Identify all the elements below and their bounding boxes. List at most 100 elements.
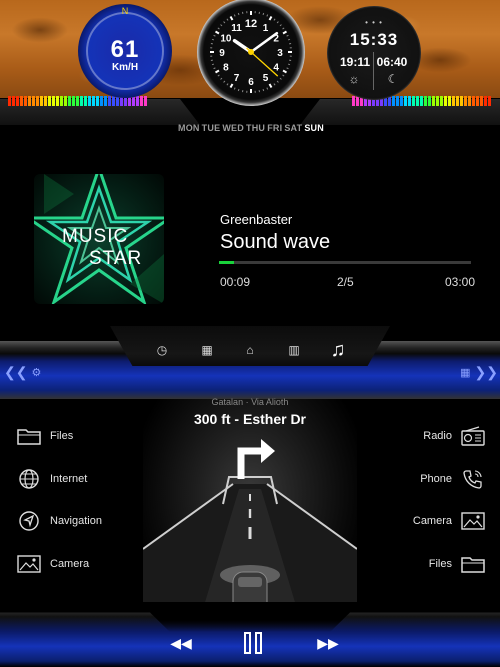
shortcut-internet[interactable]: Internet bbox=[16, 465, 87, 493]
equalizer-bar bbox=[24, 96, 27, 106]
clock-tick bbox=[273, 83, 276, 86]
clock-tick bbox=[268, 15, 273, 21]
speed-value: 61 bbox=[110, 36, 140, 63]
clock-tick bbox=[226, 83, 229, 86]
equalizer-bar bbox=[400, 96, 403, 106]
clock-tick bbox=[237, 88, 240, 92]
artist-name: Greenbaster bbox=[220, 212, 293, 227]
equalizer-bar bbox=[60, 96, 63, 106]
road-graphic bbox=[143, 439, 357, 609]
clock-numeral: 12 bbox=[245, 18, 257, 30]
shortcut-label: Radio bbox=[423, 430, 452, 442]
shortcut-files-right[interactable]: Files bbox=[429, 550, 486, 578]
clock-tick bbox=[217, 74, 220, 77]
double-chevron-left-icon[interactable]: ❮❮ bbox=[4, 364, 27, 381]
apps-grid-icon[interactable]: ▦ bbox=[195, 340, 219, 360]
weekday-fri: FRI bbox=[267, 123, 283, 133]
speed-unit: Km/H bbox=[111, 62, 139, 73]
equalizer-bar bbox=[424, 96, 427, 106]
clock-tick bbox=[229, 83, 234, 89]
clock-tick bbox=[233, 87, 236, 90]
clock-numeral: 4 bbox=[273, 63, 279, 74]
equalizer-bar bbox=[68, 96, 71, 106]
shortcut-label: Navigation bbox=[50, 515, 102, 527]
band-left-controls[interactable]: ❮❮ ⚙ bbox=[4, 359, 48, 385]
equalizer-bar bbox=[20, 96, 23, 106]
clock-tick bbox=[217, 27, 220, 30]
next-track-button[interactable]: ▶▶ bbox=[313, 630, 343, 656]
settings-gear-icon[interactable]: ⚙ bbox=[31, 366, 41, 379]
shortcut-files-left[interactable]: Files bbox=[16, 422, 73, 450]
clock-numeral: 1 bbox=[263, 23, 269, 34]
radio-icon bbox=[460, 425, 486, 447]
analog-clock[interactable]: 1 2 3 4 5 6 7 8 9 10 11 12 bbox=[197, 0, 305, 106]
equalizer-bar bbox=[44, 96, 47, 106]
clock-tick bbox=[282, 74, 285, 77]
shortcut-camera-left[interactable]: Camera bbox=[16, 550, 89, 578]
clock-tick bbox=[287, 38, 291, 41]
weekday-sun: SUN bbox=[304, 123, 324, 133]
pause-button[interactable] bbox=[238, 630, 268, 656]
equalizer-bar bbox=[100, 96, 103, 106]
equalizer-bar bbox=[28, 96, 31, 106]
shortcut-radio[interactable]: Radio bbox=[423, 422, 486, 450]
clock-tick bbox=[273, 18, 276, 21]
clock-tick bbox=[262, 88, 265, 92]
band-right-controls[interactable]: ▦ ❯❯ bbox=[454, 359, 498, 385]
image-icon bbox=[460, 510, 486, 532]
clock-tick bbox=[233, 14, 236, 17]
clock-numeral: 5 bbox=[263, 73, 269, 84]
equalizer-bar bbox=[136, 96, 139, 106]
sunset-time: 06:40 bbox=[376, 55, 408, 69]
shortcut-label: Camera bbox=[50, 558, 90, 570]
clock-numeral: 6 bbox=[248, 77, 254, 88]
clock-tick bbox=[262, 12, 265, 16]
clock-tick bbox=[282, 27, 285, 30]
map-icon[interactable]: ▥ bbox=[282, 340, 306, 360]
equalizer-bar bbox=[12, 96, 15, 106]
music-note-icon[interactable]: ♫ bbox=[326, 339, 350, 361]
weekday-thu: THU bbox=[246, 123, 266, 133]
clock-tick bbox=[286, 67, 289, 70]
sunrise-time: 19:11 bbox=[339, 55, 371, 69]
pause-icon bbox=[244, 632, 262, 654]
clock-tick bbox=[213, 67, 216, 70]
weekday-mon: MON bbox=[178, 123, 200, 133]
shortcut-label: Internet bbox=[50, 473, 88, 485]
clock-tick bbox=[286, 34, 289, 37]
equalizer-bar bbox=[84, 96, 87, 106]
shortcut-phone[interactable]: Phone bbox=[420, 465, 486, 493]
clock-tick bbox=[223, 80, 226, 83]
home-icon[interactable]: ⌂ bbox=[238, 340, 262, 360]
equalizer-bar bbox=[16, 96, 19, 106]
folder-icon bbox=[460, 553, 486, 575]
double-chevron-right-icon[interactable]: ❯❯ bbox=[475, 364, 498, 381]
equalizer-bar bbox=[448, 96, 451, 106]
grid-icon[interactable]: ▦ bbox=[460, 366, 470, 379]
previous-track-button[interactable]: ◀◀ bbox=[166, 630, 196, 656]
album-art[interactable]: MUSIC STAR bbox=[34, 174, 164, 304]
phone-icon bbox=[460, 468, 486, 490]
equalizer-bar bbox=[464, 96, 467, 106]
equalizer-bar bbox=[76, 96, 79, 106]
clock-center-cap bbox=[248, 49, 254, 55]
track-position: 2/5 bbox=[337, 275, 354, 289]
gauge-icon[interactable]: ◷ bbox=[150, 340, 174, 360]
shortcut-label: Files bbox=[50, 430, 74, 442]
clock-tick bbox=[276, 80, 279, 83]
digital-time: 15:33 bbox=[349, 30, 399, 49]
moon-icon: ☾ bbox=[387, 72, 399, 86]
clock-tick bbox=[211, 63, 215, 66]
navigation-map-view[interactable] bbox=[143, 399, 357, 609]
progress-bar[interactable] bbox=[219, 261, 471, 264]
equalizer-bar bbox=[112, 96, 115, 106]
folder-icon bbox=[16, 425, 42, 447]
clock-numeral: 8 bbox=[223, 63, 229, 74]
equalizer-bar bbox=[140, 96, 143, 106]
equalizer-bar bbox=[456, 96, 459, 106]
clock-tick bbox=[237, 12, 240, 16]
shortcut-navigation[interactable]: Navigation bbox=[16, 507, 102, 535]
progress-bar-fill bbox=[219, 261, 235, 264]
clock-tick bbox=[287, 63, 291, 66]
shortcut-camera-right[interactable]: Camera bbox=[413, 507, 486, 535]
